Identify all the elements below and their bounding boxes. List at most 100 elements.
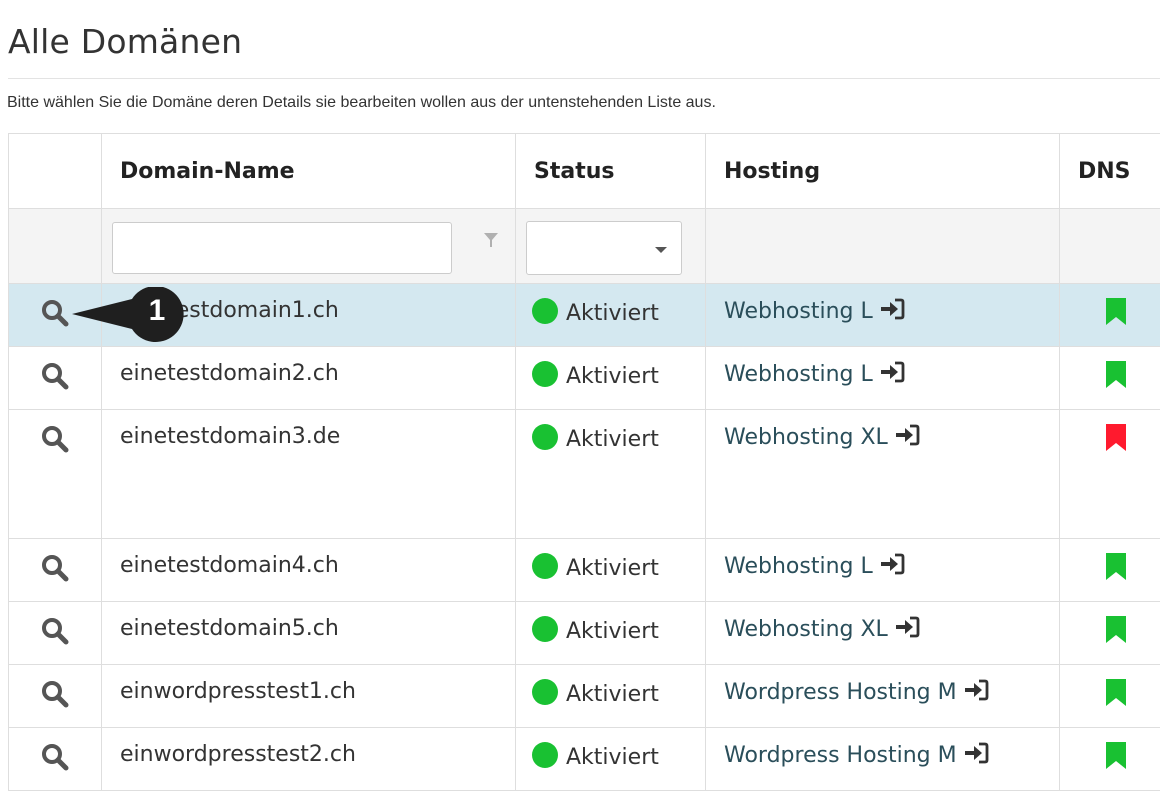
status-dot [532,679,558,705]
domain-name-filter-input[interactable] [112,222,452,274]
column-header-hosting[interactable]: Hosting [706,134,1060,209]
filter-cell-domain-name [102,209,516,284]
row-action-cell [9,728,102,791]
external-login-icon[interactable] [879,298,905,320]
domain-name-cell[interactable]: einetestdomain5.ch [102,602,516,665]
row-action-cell [9,539,102,602]
bookmark-icon[interactable] [1106,553,1126,580]
filter-row [9,209,1160,284]
external-login-icon[interactable] [894,424,920,446]
hosting-cell: Webhosting XL [706,602,1060,665]
external-login-icon[interactable] [963,742,989,764]
status-cell: Aktiviert [516,284,706,347]
column-header-dns[interactable]: DNS [1060,134,1160,209]
status-label: Aktiviert [566,556,659,581]
domain-name-cell[interactable]: einetestdomain2.ch [102,347,516,410]
row-action-cell [9,602,102,665]
table-row[interactable]: einetestdomain4.ch Aktiviert Webhosting L [9,539,1160,602]
bookmark-icon[interactable] [1106,424,1126,451]
row-action-cell [9,347,102,410]
hosting-cell: Webhosting L [706,539,1060,602]
chevron-down-icon [655,247,667,253]
table-row[interactable]: einetestdomain1.chAktiviertWebhosting L [9,284,1160,347]
status-dot [532,742,558,768]
search-icon[interactable] [40,553,70,583]
filter-cell-empty [9,209,102,284]
hosting-link[interactable]: Wordpress Hosting M [724,743,957,768]
filter-cell-dns [1060,209,1160,284]
status-label: Aktiviert [566,619,659,644]
status-dot [532,616,558,642]
external-login-icon[interactable] [894,616,920,638]
hosting-cell: Wordpress Hosting M [706,665,1060,728]
hosting-link[interactable]: Webhosting XL [724,617,888,642]
status-dot [532,298,558,324]
status-dot [532,361,558,387]
search-icon[interactable] [40,424,70,454]
column-header-action [9,134,102,209]
status-dot [532,553,558,579]
column-header-status[interactable]: Status [516,134,706,209]
step-callout-number: 1 [142,294,172,328]
hosting-link[interactable]: Webhosting L [724,362,873,387]
status-cell: Aktiviert [516,347,706,410]
domains-table: Domain-Name Status Hosting DNS [8,133,1160,791]
row-action-cell [9,284,102,347]
status-cell: Aktiviert [516,539,706,602]
search-icon[interactable] [40,616,70,646]
filter-cell-status [516,209,706,284]
table-row[interactable]: einwordpresstest2.ch Aktiviert Wordpress H… [9,728,1160,791]
status-label: Aktiviert [566,427,659,452]
domain-name-cell[interactable]: einetestdomain4.ch [102,539,516,602]
title-divider [8,78,1160,79]
table-row[interactable]: einwordpresstest1.ch Aktiviert Wordpress H… [9,665,1160,728]
domain-name-cell[interactable]: einetestdomain3.de [102,410,516,539]
table-row[interactable]: einetestdomain5.ch Aktiviert Webhosting XL [9,602,1160,665]
hosting-cell: Webhosting L [706,347,1060,410]
status-filter-select[interactable] [526,221,682,275]
hosting-cell: Webhosting XL [706,410,1060,539]
domain-name-cell[interactable]: einwordpresstest1.ch [102,665,516,728]
status-dot [532,424,558,450]
table-row[interactable]: einetestdomain2.ch Aktiviert Webhosting L [9,347,1160,410]
bookmark-icon[interactable] [1106,361,1126,388]
dns-cell [1060,539,1160,602]
header-row: Domain-Name Status Hosting DNS [9,134,1160,209]
status-cell: Aktiviert [516,665,706,728]
bookmark-icon[interactable] [1106,742,1126,769]
status-cell: Aktiviert [516,410,706,539]
bookmark-icon[interactable] [1106,298,1126,325]
status-label: Aktiviert [566,301,659,326]
external-login-icon[interactable] [879,361,905,383]
hosting-link[interactable]: Webhosting L [724,299,873,324]
status-cell: Aktiviert [516,728,706,791]
status-label: Aktiviert [566,745,659,770]
hosting-cell: Wordpress Hosting M [706,728,1060,791]
status-label: Aktiviert [566,364,659,389]
dns-cell [1060,728,1160,791]
filter-cell-hosting [706,209,1060,284]
domain-name-cell[interactable]: einwordpresstest2.ch [102,728,516,791]
dns-cell [1060,284,1160,347]
external-login-icon[interactable] [879,553,905,575]
search-icon[interactable] [40,679,70,709]
filter-icon[interactable] [481,230,501,250]
row-action-cell [9,665,102,728]
hosting-link[interactable]: Webhosting XL [724,425,888,450]
row-action-cell [9,410,102,539]
search-icon[interactable] [40,742,70,772]
column-header-domain-name[interactable]: Domain-Name [102,134,516,209]
dns-cell [1060,347,1160,410]
search-icon[interactable] [40,361,70,391]
hosting-link[interactable]: Wordpress Hosting M [724,680,957,705]
table-row[interactable]: einetestdomain3.de Aktiviert Webhosting XL [9,410,1160,539]
status-label: Aktiviert [566,682,659,707]
hosting-cell: Webhosting L [706,284,1060,347]
external-login-icon[interactable] [963,679,989,701]
bookmark-icon[interactable] [1106,679,1126,706]
dns-cell [1060,602,1160,665]
search-icon[interactable] [40,298,70,328]
hosting-link[interactable]: Webhosting L [724,554,873,579]
bookmark-icon[interactable] [1106,616,1126,643]
status-cell: Aktiviert [516,602,706,665]
